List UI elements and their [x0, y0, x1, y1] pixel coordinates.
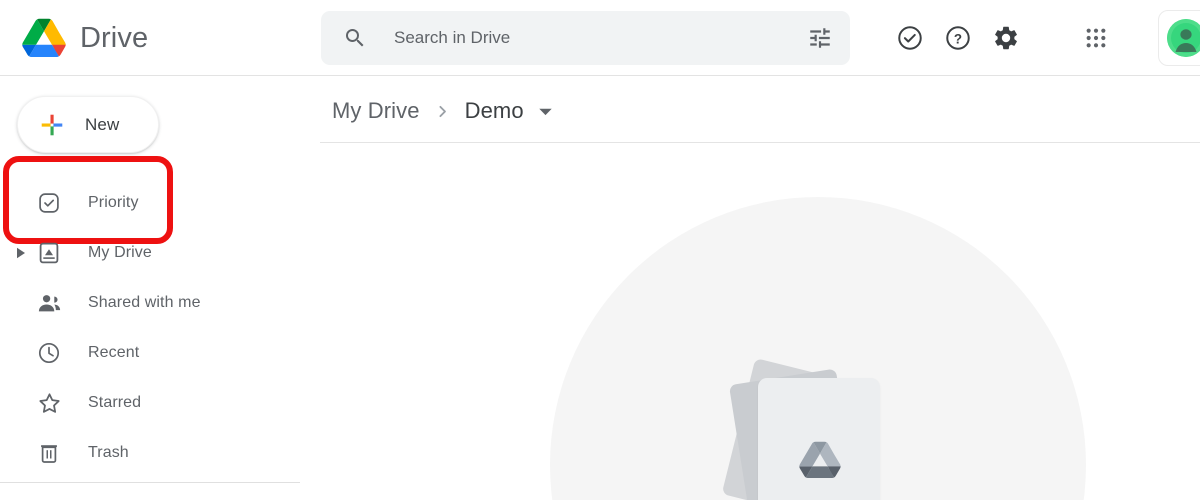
chevron-right-icon: [434, 103, 451, 120]
clock-icon: [36, 340, 62, 366]
sidebar-item-recent[interactable]: Recent: [0, 328, 300, 378]
support-button[interactable]: ?: [934, 14, 982, 62]
trash-icon: [36, 440, 62, 466]
search-input[interactable]: [394, 23, 797, 53]
account-button[interactable]: [1158, 10, 1200, 66]
multicolor-plus-icon: [41, 114, 63, 135]
brand[interactable]: Drive: [22, 13, 148, 63]
sidebar: New Priority My Drive Shared with me Rec…: [0, 76, 300, 500]
search-icon: [346, 29, 364, 47]
breadcrumb-current[interactable]: Demo: [465, 98, 524, 124]
svg-text:?: ?: [954, 31, 962, 46]
sidebar-item-my-drive[interactable]: My Drive: [0, 228, 300, 278]
app-title: Drive: [80, 21, 149, 54]
empty-state-circle: [550, 197, 1086, 500]
breadcrumb-root[interactable]: My Drive: [332, 98, 420, 124]
sidebar-item-label: Recent: [88, 344, 140, 361]
check-circle-icon: [898, 26, 922, 50]
priority-toggle-button[interactable]: [886, 14, 934, 62]
avatar: [1167, 19, 1200, 57]
gear-icon: [995, 26, 1017, 50]
sidebar-divider: [0, 482, 300, 483]
breadcrumb: My Drive Demo: [332, 94, 553, 128]
sidebar-item-shared-with-me[interactable]: Shared with me: [0, 278, 300, 328]
sidebar-item-label: Trash: [88, 444, 129, 461]
people-icon: [36, 290, 62, 316]
avatar-image: [1167, 19, 1200, 57]
sidebar-nav: Priority My Drive Shared with me Recent …: [0, 178, 300, 478]
google-drive-app: Drive ?: [0, 0, 1200, 500]
sidebar-item-label: Starred: [88, 394, 142, 411]
apps-grid-icon: [1086, 28, 1106, 48]
expand-arrow-icon[interactable]: [14, 246, 28, 260]
search-bar[interactable]: [321, 11, 850, 65]
star-outline-icon: [36, 390, 62, 416]
sidebar-item-label: My Drive: [88, 244, 152, 261]
sidebar-item-priority[interactable]: Priority: [0, 178, 300, 228]
my-drive-icon: [36, 240, 62, 266]
empty-state-document-middle: [728, 368, 860, 500]
check-circle-outline-icon: [36, 190, 62, 216]
empty-state-document-front: [758, 378, 880, 500]
tune-filter-icon[interactable]: [807, 25, 833, 51]
sidebar-item-trash[interactable]: Trash: [0, 428, 300, 478]
settings-button[interactable]: [982, 14, 1030, 62]
main-content: My Drive Demo: [300, 76, 1200, 500]
help-circle-icon: ?: [946, 26, 970, 50]
header-actions: ?: [886, 0, 1200, 76]
sidebar-item-label: Priority: [88, 194, 139, 211]
empty-state-illustration: [300, 76, 1200, 500]
new-button-label: New: [85, 114, 120, 134]
app-header: Drive ?: [0, 0, 1200, 76]
sidebar-item-starred[interactable]: Starred: [0, 378, 300, 428]
empty-state-document-back: [721, 358, 861, 500]
google-apps-button[interactable]: [1072, 14, 1120, 62]
caret-down-icon[interactable]: [538, 104, 553, 119]
content-divider: [320, 142, 1200, 143]
drive-grayscale-logo-icon: [799, 441, 841, 479]
sidebar-item-label: Shared with me: [88, 294, 201, 311]
new-button[interactable]: New: [17, 96, 159, 153]
google-drive-logo-icon: [22, 18, 66, 57]
